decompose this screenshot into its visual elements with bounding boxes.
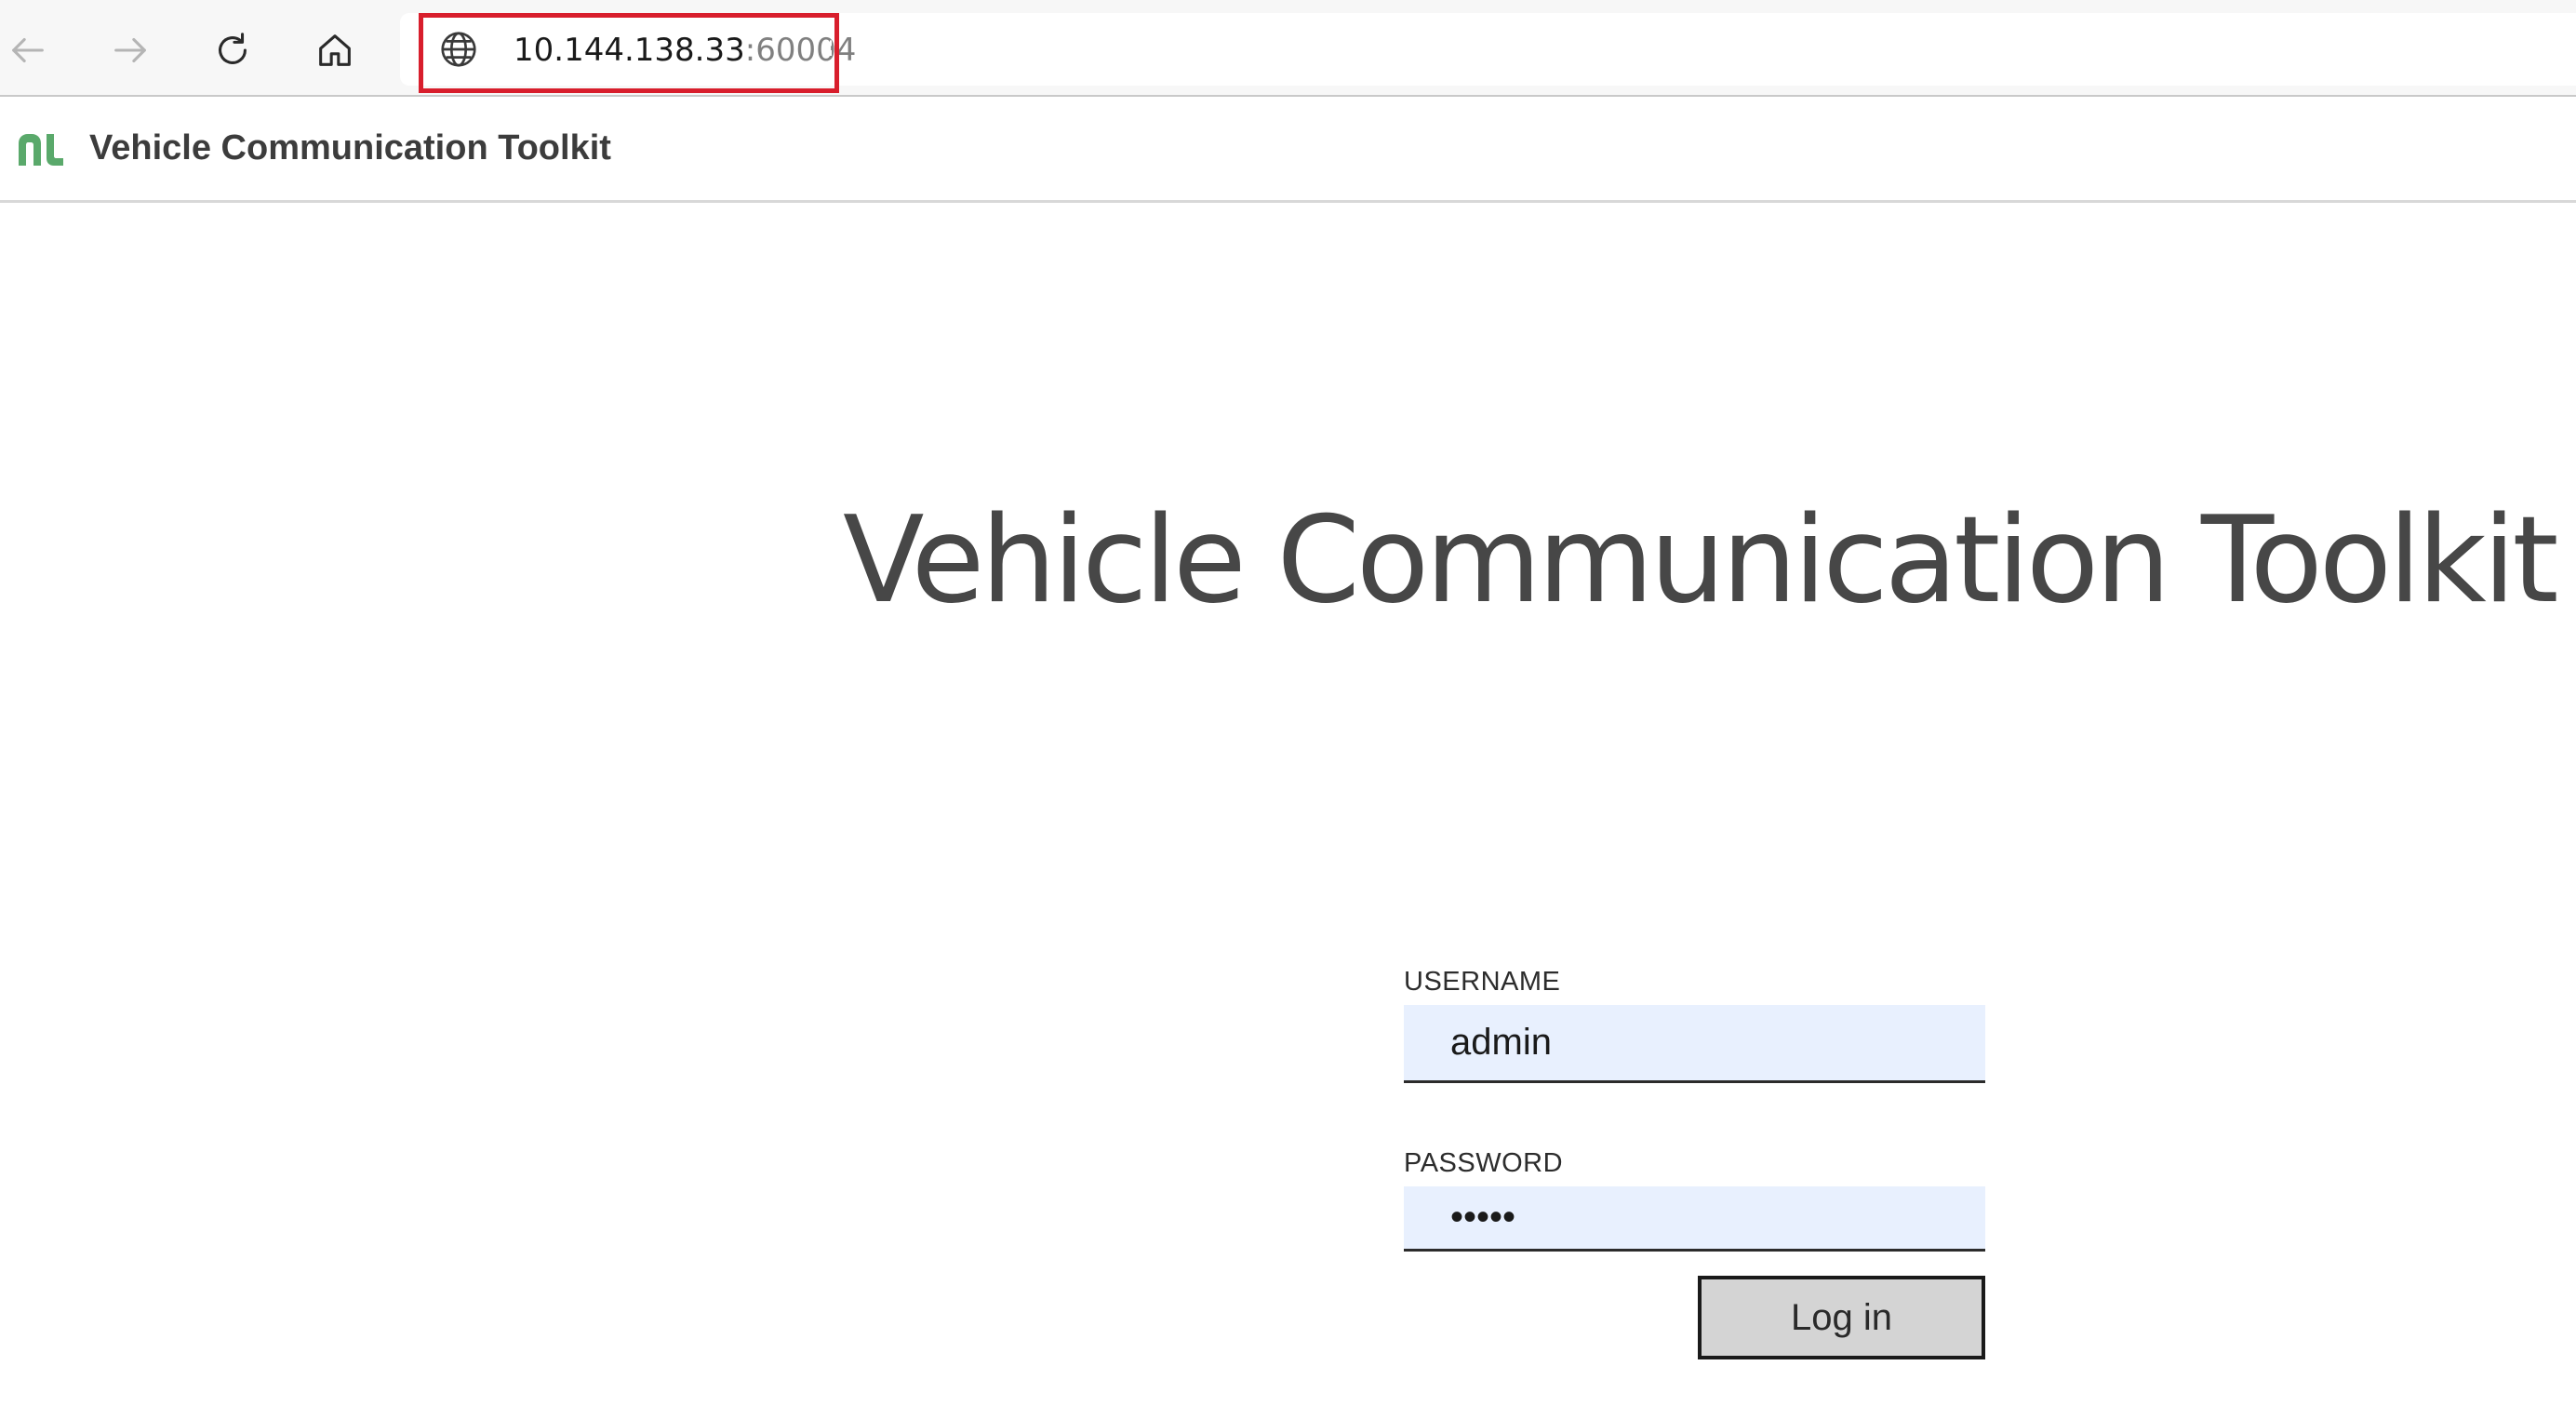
arrow-left-icon: [12, 37, 44, 63]
address-highlight-box: [419, 13, 839, 93]
app-header: Vehicle Communication Toolkit: [0, 97, 2576, 203]
ni-logo-icon: [19, 134, 63, 166]
refresh-icon: [219, 33, 247, 64]
username-label: USERNAME: [1404, 967, 1561, 997]
arrow-right-icon: [114, 37, 146, 63]
app-name: Vehicle Communication Toolkit: [89, 128, 611, 167]
password-label: PASSWORD: [1404, 1148, 1564, 1178]
browser-toolbar: 10.144.138.33:60004: [0, 0, 2576, 97]
refresh-button[interactable]: [201, 19, 264, 82]
home-button[interactable]: [303, 19, 367, 82]
login-button[interactable]: Log in: [1698, 1276, 1985, 1359]
username-input[interactable]: [1404, 1005, 1985, 1083]
page-title: Vehicle Communication Toolkit: [843, 491, 2558, 630]
back-button[interactable]: [0, 19, 60, 82]
forward-button[interactable]: [99, 19, 162, 82]
password-input[interactable]: [1404, 1186, 1985, 1252]
home-icon: [319, 34, 351, 66]
